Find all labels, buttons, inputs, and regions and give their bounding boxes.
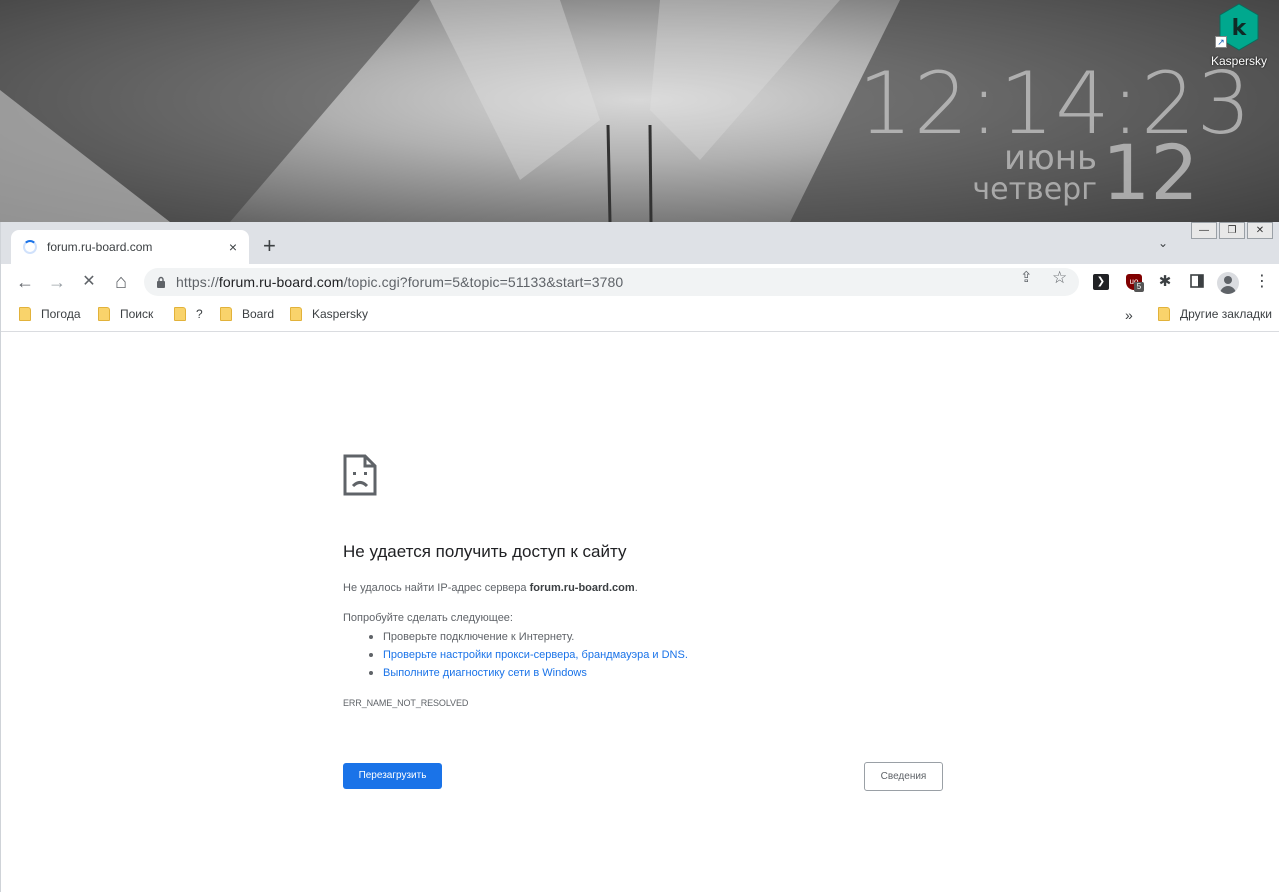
sad-document-icon xyxy=(343,454,377,496)
tab-forum[interactable]: forum.ru-board.com × xyxy=(11,230,249,264)
error-page: Не удается получить доступ к сайту Не уд… xyxy=(1,333,1279,892)
desktop-icon-kaspersky[interactable]: k ↗ Kaspersky xyxy=(1205,2,1273,68)
suggestion-run-diagnostics-link[interactable]: Выполните диагностику сети в Windows xyxy=(369,666,688,684)
loading-spinner-icon xyxy=(23,240,37,254)
bookmark-folder-kaspersky[interactable]: Kaspersky xyxy=(290,307,368,321)
close-window-button[interactable]: ✕ xyxy=(1247,222,1273,239)
folder-icon xyxy=(98,307,110,321)
desktop-wallpaper: 12:14:23 июнь четверг 12 k ↗ Kaspersky xyxy=(0,0,1279,222)
details-button[interactable]: Сведения xyxy=(864,762,943,791)
suggestions-list: Проверьте подключение к Интернету. Прове… xyxy=(369,630,688,684)
browser-window: forum.ru-board.com × + ⌄ — ❐ ✕ ← → ✕ ⌂ h… xyxy=(0,222,1279,892)
minimize-button[interactable]: — xyxy=(1191,222,1217,239)
error-code: ERR_NAME_NOT_RESOLVED xyxy=(343,698,469,708)
svg-text:k: k xyxy=(1232,16,1248,41)
new-tab-button[interactable]: + xyxy=(263,234,276,258)
desktop-clock-month: июнь xyxy=(1004,138,1097,178)
desktop-icon-label: Kaspersky xyxy=(1210,54,1268,68)
suggestions-heading: Попробуйте сделать следующее: xyxy=(343,612,513,624)
back-arrow-icon[interactable]: ← xyxy=(13,270,37,294)
bookmark-folder-poisk[interactable]: Поиск xyxy=(98,307,153,321)
tab-title: forum.ru-board.com xyxy=(47,240,153,254)
share-icon[interactable]: ⇪ xyxy=(1020,268,1033,288)
error-description: Не удалось найти IP-адрес сервера forum.… xyxy=(343,582,638,594)
ublock-origin-icon[interactable]: uo5 xyxy=(1126,274,1144,292)
suggestion-check-connection: Проверьте подключение к Интернету. xyxy=(369,630,688,648)
browser-toolbar: ← → ✕ ⌂ https://forum.ru-board.com/topic… xyxy=(1,264,1279,300)
folder-icon xyxy=(174,307,186,321)
folder-icon xyxy=(290,307,302,321)
ublock-badge: 5 xyxy=(1134,282,1144,292)
tab-search-chevron-icon[interactable]: ⌄ xyxy=(1158,236,1168,250)
lock-icon xyxy=(157,276,165,288)
bookmark-star-icon[interactable]: ☆ xyxy=(1052,268,1067,288)
tab-strip: forum.ru-board.com × + ⌄ — ❐ ✕ xyxy=(1,222,1279,264)
bookmarks-bar: Погода Поиск ? Board Kaspersky » Другие … xyxy=(1,300,1279,332)
folder-icon xyxy=(19,307,31,321)
desktop-clock-weekday: четверг xyxy=(972,172,1097,207)
browser-menu-icon[interactable]: ⋮ xyxy=(1254,274,1270,290)
window-controls: — ❐ ✕ xyxy=(1189,222,1273,239)
profile-avatar-icon[interactable] xyxy=(1217,272,1239,294)
home-icon[interactable]: ⌂ xyxy=(109,270,133,294)
error-title: Не удается получить доступ к сайту xyxy=(343,542,627,561)
url-text: https://forum.ru-board.com/topic.cgi?for… xyxy=(176,274,624,290)
restore-button[interactable]: ❐ xyxy=(1219,222,1245,239)
address-bar[interactable]: https://forum.ru-board.com/topic.cgi?for… xyxy=(144,268,1079,296)
folder-icon xyxy=(1158,307,1170,321)
forward-arrow-icon[interactable]: → xyxy=(45,270,69,294)
reload-button[interactable]: Перезагрузить xyxy=(343,763,442,789)
extension-reader-icon[interactable]: ❯ xyxy=(1093,274,1109,290)
bookmark-folder-pogoda[interactable]: Погода xyxy=(19,307,81,321)
bookmark-other-folder[interactable]: Другие закладки xyxy=(1158,307,1272,321)
folder-icon xyxy=(220,307,232,321)
bookmark-folder-question[interactable]: ? xyxy=(174,307,203,321)
shortcut-arrow-icon: ↗ xyxy=(1215,36,1227,48)
side-panel-icon[interactable] xyxy=(1189,274,1205,290)
bookmark-folder-board[interactable]: Board xyxy=(220,307,274,321)
tab-close-icon[interactable]: × xyxy=(225,239,241,255)
suggestion-check-proxy-link[interactable]: Проверьте настройки прокси-сервера, бран… xyxy=(369,648,688,666)
desktop-clock-day: 12 xyxy=(1102,128,1199,217)
stop-loading-icon[interactable]: ✕ xyxy=(77,270,101,294)
bookmarks-overflow-icon[interactable]: » xyxy=(1125,307,1133,323)
extensions-puzzle-icon[interactable]: ✱ xyxy=(1157,274,1173,290)
